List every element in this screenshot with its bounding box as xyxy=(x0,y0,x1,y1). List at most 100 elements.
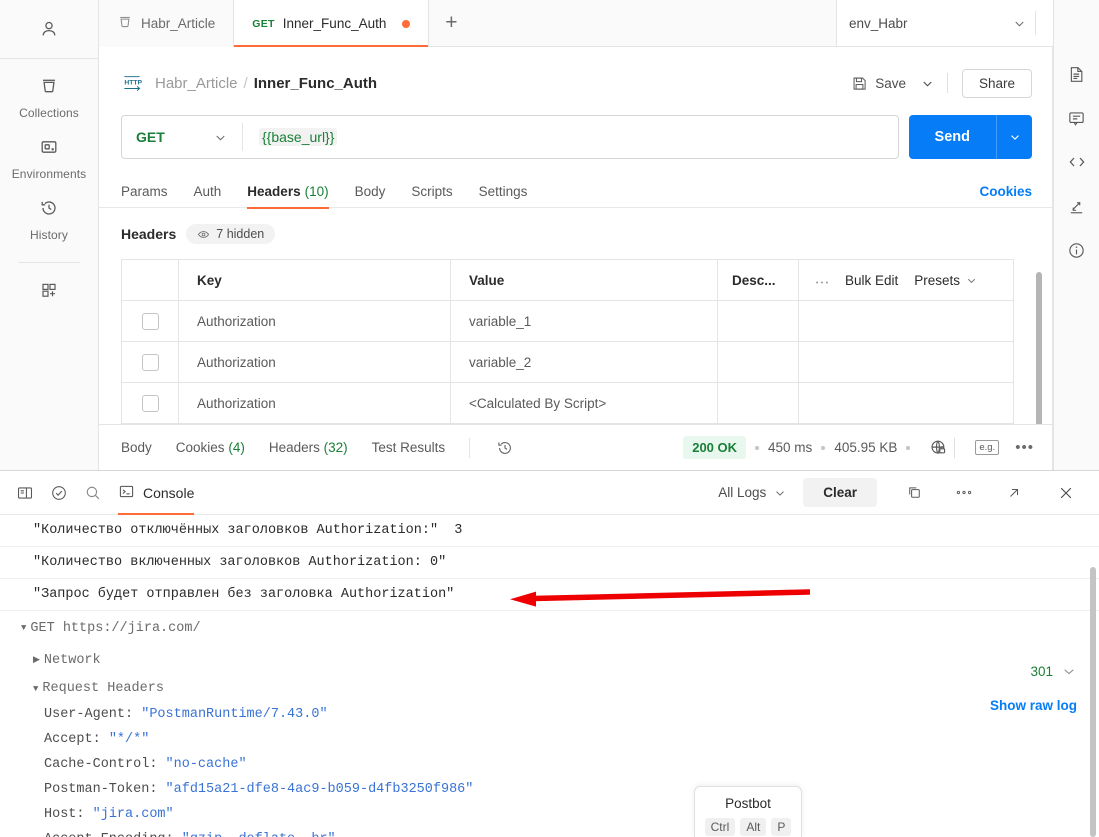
check-circle-icon[interactable] xyxy=(42,476,76,510)
table-row[interactable]: Authorization variable_1 xyxy=(122,301,1013,342)
more-horizontal-icon[interactable]: ••• xyxy=(1015,439,1034,456)
row-actions xyxy=(799,342,1013,382)
clear-console-button[interactable]: Clear xyxy=(803,478,877,507)
console-scrollbar[interactable] xyxy=(1090,567,1096,837)
response-tab-cookies[interactable]: Cookies (4) xyxy=(176,440,245,455)
send-button[interactable]: Send xyxy=(908,115,1032,159)
row-key[interactable]: Authorization xyxy=(179,342,451,382)
tab-habr-article[interactable]: Habr_Article xyxy=(99,0,235,47)
sidebar-item-history[interactable]: History xyxy=(0,181,99,242)
globe-lock-icon[interactable] xyxy=(929,438,948,457)
row-actions xyxy=(799,301,1013,341)
headers-section-title: Headers xyxy=(121,226,177,242)
row-actions xyxy=(799,383,1013,423)
headers-table-actions: Bulk Edit Presets xyxy=(799,260,1013,300)
triangle-down-icon[interactable]: ▼ xyxy=(21,623,26,633)
tab-method-label: GET xyxy=(252,17,275,30)
response-tab-headers[interactable]: Headers (32) xyxy=(269,440,348,455)
external-link-icon[interactable] xyxy=(995,474,1033,512)
chevron-down-icon xyxy=(1015,21,1024,26)
table-row[interactable]: Authorization variable_2 xyxy=(122,342,1013,383)
breadcrumb-parent[interactable]: Habr_Article xyxy=(155,75,238,92)
comment-icon[interactable] xyxy=(1054,96,1099,140)
copy-icon[interactable] xyxy=(895,474,933,512)
table-row[interactable]: Authorization <Calculated By Script> xyxy=(122,383,1013,424)
info-icon[interactable] xyxy=(1054,228,1099,272)
console-header-value: "gzip, deflate, br" xyxy=(182,832,336,837)
show-raw-log-link[interactable]: Show raw log xyxy=(990,698,1077,713)
row-checkbox[interactable] xyxy=(141,394,159,412)
sidebar-item-collections[interactable]: Collections xyxy=(0,59,99,120)
row-description[interactable] xyxy=(718,383,799,423)
response-bar: Body Cookies (4) Headers (32) Test Resul… xyxy=(99,424,1053,470)
close-icon[interactable] xyxy=(1047,474,1085,512)
row-checkbox[interactable] xyxy=(141,312,159,330)
new-tab-button[interactable]: + xyxy=(429,0,473,46)
example-button[interactable]: e.g. xyxy=(975,440,1000,455)
request-pane-scrollbar[interactable] xyxy=(1036,272,1042,432)
row-key[interactable]: Authorization xyxy=(179,301,451,341)
hidden-headers-chip[interactable]: 7 hidden xyxy=(186,224,276,244)
right-sidebar xyxy=(1053,0,1099,470)
tab-auth[interactable]: Auth xyxy=(194,175,222,208)
row-value[interactable]: variable_1 xyxy=(451,301,718,341)
tab-scripts[interactable]: Scripts xyxy=(411,175,452,208)
tab-headers[interactable]: Headers (10) xyxy=(247,175,329,209)
postbot-widget[interactable]: Postbot Ctrl Alt P xyxy=(694,786,802,837)
presets-button[interactable]: Presets xyxy=(914,273,978,288)
send-options-button[interactable] xyxy=(996,115,1032,159)
console-request-entry[interactable]: ▼ GET https://jira.com/ xyxy=(0,611,1099,645)
response-tab-test-results[interactable]: Test Results xyxy=(372,440,446,455)
row-checkbox[interactable] xyxy=(141,353,159,371)
console-network-section[interactable]: ▶ Network xyxy=(0,645,1099,675)
code-snippet-icon[interactable] xyxy=(1054,140,1099,184)
tab-settings[interactable]: Settings xyxy=(479,175,528,208)
meta-separator-dot xyxy=(906,445,911,450)
console-log-area[interactable]: "Количество отключённых заголовков Autho… xyxy=(0,515,1099,837)
environment-selector[interactable]: env_Habr xyxy=(849,16,1027,31)
tab-body[interactable]: Body xyxy=(355,175,386,208)
tab-params[interactable]: Params xyxy=(121,175,168,208)
method-selector[interactable]: GET xyxy=(122,116,242,158)
console-request-headers-section[interactable]: ▼ Request Headers xyxy=(0,675,1099,702)
log-filter-dropdown[interactable]: All Logs xyxy=(718,485,787,500)
cookies-link[interactable]: Cookies xyxy=(979,184,1032,199)
tab-body-label: Body xyxy=(354,183,386,199)
triangle-right-icon[interactable]: ▶ xyxy=(33,655,40,665)
console-network-label: Network xyxy=(43,652,101,668)
tab-inner-func-auth[interactable]: GET Inner_Func_Auth xyxy=(234,0,430,47)
row-description[interactable] xyxy=(718,301,799,341)
response-bar-divider xyxy=(469,437,471,458)
bulk-edit-button[interactable]: Bulk Edit xyxy=(845,273,898,288)
user-avatar-icon[interactable] xyxy=(39,9,59,49)
row-key[interactable]: Authorization xyxy=(179,383,451,423)
search-icon[interactable] xyxy=(76,476,110,510)
more-horizontal-icon[interactable] xyxy=(945,474,983,512)
page-title[interactable]: Inner_Func_Auth xyxy=(254,75,377,92)
console-header-name: Host: xyxy=(44,807,85,822)
diagonal-arrows-icon[interactable] xyxy=(1054,184,1099,228)
tab-console[interactable]: Console xyxy=(118,471,195,515)
share-button[interactable]: Share xyxy=(961,68,1032,98)
documentation-icon[interactable] xyxy=(1054,52,1099,96)
clock-history-icon[interactable] xyxy=(496,439,514,457)
row-value[interactable]: <Calculated By Script> xyxy=(451,383,718,423)
console-status-code-group[interactable]: 301 xyxy=(1030,663,1077,679)
url-input[interactable]: {{base_url}} xyxy=(243,116,898,158)
row-value[interactable]: variable_2 xyxy=(451,342,718,382)
save-button[interactable]: Save xyxy=(843,69,914,98)
triangle-down-icon[interactable]: ▼ xyxy=(33,684,38,694)
response-tab-body[interactable]: Body xyxy=(121,440,152,455)
response-tab-headers-label: Headers xyxy=(268,440,320,455)
console-request-url: https://jira.com/ xyxy=(62,620,201,636)
tab-auth-label: Auth xyxy=(193,183,222,199)
more-horizontal-icon[interactable] xyxy=(815,273,829,288)
sidebar-toggle-icon[interactable] xyxy=(8,476,42,510)
save-options-button[interactable] xyxy=(914,70,941,97)
console-status-code: 301 xyxy=(1030,663,1053,679)
tab-settings-label: Settings xyxy=(478,183,528,199)
sidebar-item-environments[interactable]: Environments xyxy=(0,120,99,181)
row-description[interactable] xyxy=(718,342,799,382)
toolbar-divider xyxy=(946,73,948,93)
sidebar-add-button[interactable] xyxy=(0,263,99,305)
